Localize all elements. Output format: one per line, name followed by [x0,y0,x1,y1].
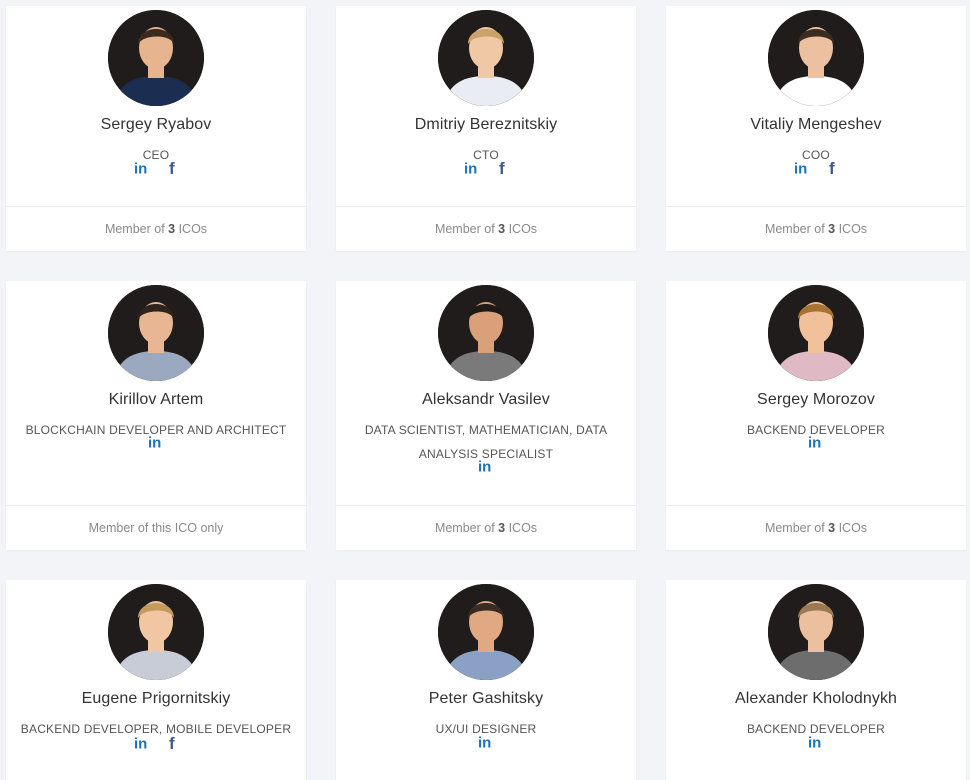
team-member-card: Aleksandr Vasilev DATA SCIENTIST, MATHEM… [336,281,636,550]
svg-text:in: in [148,435,161,449]
linkedin-icon[interactable]: in [478,735,494,752]
member-name[interactable]: Alexander Kholodnykh [666,690,966,708]
svg-text:in: in [464,161,477,175]
member-name[interactable]: Aleksandr Vasilev [336,391,636,409]
social-links: in [336,459,636,479]
ico-membership: Member of 3 ICOs [336,505,636,550]
ico-membership-prefix: Member of [764,521,829,535]
svg-text:in: in [808,735,821,749]
social-links: in [336,735,636,755]
social-links: in [6,435,306,455]
team-member-card: Sergey Morozov BACKEND DEVELOPER in Memb… [666,281,966,550]
social-links: in [666,735,966,755]
avatar[interactable] [108,10,204,106]
avatar[interactable] [108,584,204,680]
team-member-card: Kirillov Artem BLOCKCHAIN DEVELOPER AND … [6,281,306,550]
linkedin-icon[interactable]: in [148,435,164,452]
social-links: in f [666,159,966,180]
facebook-icon[interactable]: f [168,159,178,178]
avatar[interactable] [438,584,534,680]
avatar[interactable] [108,285,204,381]
linkedin-icon[interactable]: in [478,459,494,476]
ico-membership-suffix: ICOs [835,222,868,236]
team-member-card: Dmitriy Bereznitskiy CTO in f Member of … [336,6,636,251]
ico-membership-prefix: Member of [434,222,499,236]
team-member-card: Peter Gashitsky UX/UI DESIGNER in [336,580,636,780]
facebook-icon[interactable]: f [168,734,178,753]
svg-text:in: in [134,161,147,175]
social-links: in f [6,159,306,180]
member-name[interactable]: Sergey Ryabov [6,116,306,134]
linkedin-icon[interactable]: in [464,161,480,178]
ico-membership: Member of this ICO only [6,505,306,550]
linkedin-icon[interactable]: in [134,736,150,753]
svg-text:f: f [169,735,175,751]
team-member-card: Vitaliy Mengeshev COO in f Member of 3 I… [666,6,966,251]
avatar[interactable] [438,10,534,106]
linkedin-icon[interactable]: in [808,435,824,452]
ico-membership-prefix: Member of [104,222,169,236]
ico-membership: Member of 3 ICOs [336,206,636,251]
ico-membership-suffix: ICOs [505,521,538,535]
svg-text:f: f [829,160,835,176]
member-name[interactable]: Peter Gashitsky [336,690,636,708]
svg-text:in: in [134,736,147,750]
ico-membership: Member of 3 ICOs [6,206,306,251]
ico-membership-prefix: Member of [434,521,499,535]
team-member-card: Sergey Ryabov CEO in f Member of 3 ICOs [6,6,306,251]
svg-text:f: f [499,160,505,176]
ico-membership-prefix: Member of [764,222,829,236]
social-links: in f [6,734,306,755]
avatar[interactable] [768,285,864,381]
linkedin-icon[interactable]: in [808,735,824,752]
facebook-icon[interactable]: f [828,159,838,178]
facebook-icon[interactable]: f [498,159,508,178]
member-name[interactable]: Eugene Prigornitskiy [6,690,306,708]
social-links: in [666,435,966,455]
member-name[interactable]: Vitaliy Mengeshev [666,116,966,134]
svg-text:in: in [478,459,491,473]
team-member-card: Alexander Kholodnykh BACKEND DEVELOPER i… [666,580,966,780]
ico-membership-suffix: ICOs [835,521,868,535]
avatar[interactable] [768,10,864,106]
linkedin-icon[interactable]: in [794,161,810,178]
avatar[interactable] [768,584,864,680]
member-name[interactable]: Sergey Morozov [666,391,966,409]
member-name[interactable]: Dmitriy Bereznitskiy [336,116,636,134]
ico-membership-suffix: ICOs [175,222,208,236]
svg-text:in: in [808,435,821,449]
ico-membership: Member of 3 ICOs [666,206,966,251]
svg-text:in: in [794,161,807,175]
ico-membership: Member of 3 ICOs [666,505,966,550]
svg-text:in: in [478,735,491,749]
ico-membership-prefix: Member of this ICO only [88,521,224,535]
team-member-card: Eugene Prigornitskiy BACKEND DEVELOPER, … [6,580,306,780]
social-links: in f [336,159,636,180]
ico-membership-suffix: ICOs [505,222,538,236]
avatar[interactable] [438,285,534,381]
linkedin-icon[interactable]: in [134,161,150,178]
svg-text:f: f [169,160,175,176]
member-name[interactable]: Kirillov Artem [6,391,306,409]
